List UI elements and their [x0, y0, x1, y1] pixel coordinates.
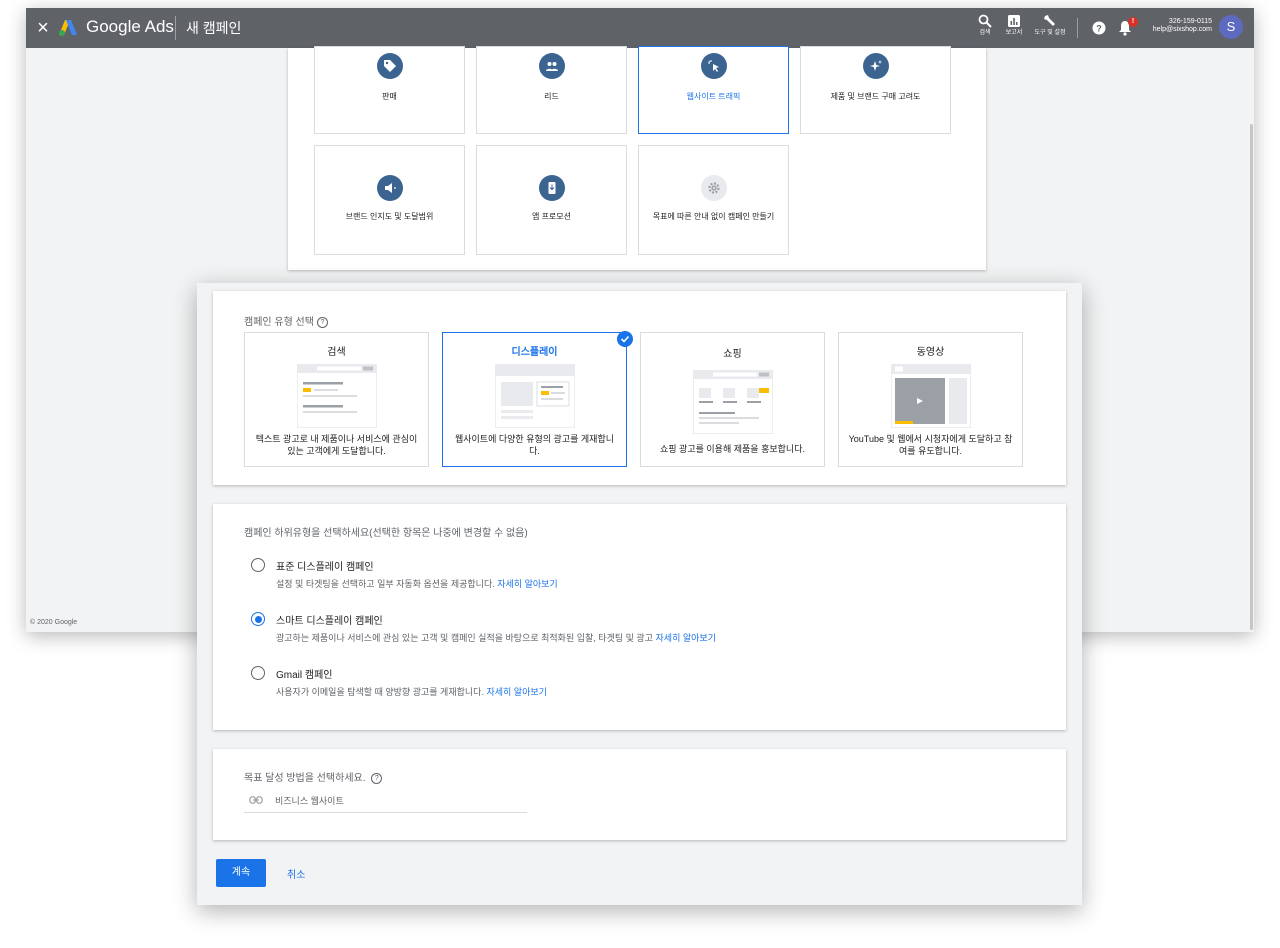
- divider: [175, 16, 176, 40]
- campaign-dialog: 캠페인 유형 선택? 검색 텍스트 광고로 내 제품이나 서비스에 관심이 있는…: [197, 283, 1082, 905]
- tool-label: 보고서: [1005, 30, 1023, 36]
- goal-label: 목표에 따른 안내 없이 캠페인 만들기: [652, 212, 775, 221]
- close-icon[interactable]: ×: [35, 17, 51, 39]
- avatar[interactable]: S: [1219, 15, 1243, 39]
- campaign-type-desc: YouTube 및 웹에서 시청자에게 도달하고 참여를 유도합니다.: [848, 434, 1013, 456]
- google-ads-logo: [59, 20, 77, 36]
- wrench-icon: [1044, 15, 1055, 26]
- tag-icon: [377, 53, 403, 79]
- brand-name: Google Ads: [86, 17, 174, 36]
- campaign-type-card-shopping[interactable]: 쇼핑 쇼핑 광고를 이용해 제품을 홍보합니다.: [640, 332, 825, 467]
- goal-label: 앱 프로모션: [531, 212, 572, 221]
- display-ad-illustration: [495, 364, 575, 428]
- campaign-type-card-display[interactable]: 디스플레이 웹사이트에 다양한 유형의 광고를 게재합니다.: [442, 332, 627, 467]
- reports-tool-button[interactable]: 보고서: [998, 14, 1030, 37]
- learn-more-link[interactable]: 자세히 알아보기: [497, 579, 557, 589]
- option-title: 표준 디스플레이 캠페인: [276, 562, 374, 573]
- campaign-type-title-text: 캠페인 유형 선택: [244, 317, 314, 328]
- option-desc: 사용자가 이메일을 탐색할 때 양방향 광고를 게재합니다. 자세히 알아보기: [276, 685, 547, 698]
- learn-more-link[interactable]: 자세히 알아보기: [656, 633, 716, 643]
- campaign-subtype-panel: 캠페인 하위유형을 선택하세요(선택한 항목은 나중에 변경할 수 없음) 표준…: [213, 504, 1066, 730]
- goal-label: 제품 및 브랜드 구매 고려도: [830, 92, 921, 101]
- help-icon[interactable]: ?: [316, 317, 328, 328]
- goal-method-panel: 목표 달성 방법을 선택하세요. ? 비즈니스 웹사이트: [213, 749, 1066, 840]
- svg-text:?: ?: [1096, 24, 1102, 34]
- goal-card-consideration[interactable]: 제품 및 브랜드 구매 고려도: [800, 46, 951, 134]
- account-info[interactable]: 326-159-0115 help@sixshop.com: [1136, 18, 1212, 34]
- goal-card-sales[interactable]: 판매: [314, 46, 465, 134]
- radio-button-selected[interactable]: [251, 612, 265, 626]
- option-title: 스마트 디스플레이 캠페인: [276, 616, 383, 627]
- campaign-type-name: 검색: [327, 347, 346, 358]
- goal-card-website-traffic[interactable]: 웹사이트 트래픽: [638, 46, 789, 134]
- goal-label: 리드: [544, 92, 559, 101]
- divider: [1077, 18, 1078, 38]
- search-ad-illustration: [297, 364, 377, 428]
- campaign-type-title: 캠페인 유형 선택?: [244, 313, 328, 328]
- help-icon[interactable]: ?: [371, 773, 383, 784]
- search-tool-button[interactable]: 검색: [969, 14, 1001, 37]
- goal-label: 웹사이트 트래픽: [686, 92, 741, 101]
- top-bar: × Google Ads 새 캠페인 검색 보고서 도구 및 설정 ? ! 32…: [26, 8, 1254, 48]
- option-desc: 광고하는 제품이나 서비스에 관심 있는 고객 및 캠페인 실적을 바탕으로 최…: [276, 631, 716, 644]
- cancel-button[interactable]: 취소: [287, 866, 305, 881]
- tools-settings-button[interactable]: 도구 및 설정: [1034, 14, 1066, 37]
- selected-check-icon: [617, 331, 633, 347]
- gear-icon: [701, 175, 727, 201]
- radio-button[interactable]: [251, 666, 265, 680]
- campaign-type-name: 동영상: [916, 347, 945, 358]
- learn-more-link[interactable]: 자세히 알아보기: [486, 687, 546, 697]
- goal-panel: 판매 리드 웹사이트 트래픽 제품 및 브랜드 구매 고려도 브랜드 인지도 및…: [288, 46, 986, 270]
- tool-label: 도구 및 설정: [1034, 30, 1066, 36]
- scrollbar[interactable]: [1250, 124, 1253, 630]
- goal-card-leads[interactable]: 리드: [476, 46, 627, 134]
- search-icon: [978, 14, 992, 28]
- option-title: Gmail 캠페인: [276, 670, 333, 681]
- goal-card-no-guidance[interactable]: 목표에 따른 안내 없이 캠페인 만들기: [638, 145, 789, 255]
- option-desc-text: 광고하는 제품이나 서비스에 관심 있는 고객 및 캠페인 실적을 바탕으로 최…: [276, 633, 653, 643]
- goal-method-title-text: 목표 달성 방법을 선택하세요.: [244, 773, 366, 784]
- goal-card-app-promotion[interactable]: 앱 프로모션: [476, 145, 627, 255]
- campaign-type-desc: 텍스트 광고로 내 제품이나 서비스에 관심이 있는 고객에게 도달합니다.: [255, 434, 418, 456]
- goal-label: 브랜드 인지도 및 도달범위: [345, 212, 434, 221]
- sparkle-icon: [863, 53, 889, 79]
- continue-button[interactable]: 계속: [216, 859, 266, 887]
- page-title: 새 캠페인: [186, 20, 242, 36]
- goal-method-title: 목표 달성 방법을 선택하세요. ?: [244, 769, 383, 784]
- campaign-type-name: 쇼핑: [723, 349, 742, 360]
- subtype-title: 캠페인 하위유형을 선택하세요(선택한 항목은 나중에 변경할 수 없음): [244, 528, 528, 539]
- tool-label: 검색: [979, 30, 991, 36]
- option-desc: 설정 및 타겟팅을 선택하고 일부 자동화 옵션을 제공합니다. 자세히 알아보…: [276, 577, 558, 590]
- people-icon: [539, 53, 565, 79]
- business-website-field[interactable]: 비즈니스 웹사이트: [275, 794, 344, 807]
- copyright: © 2020 Google: [30, 619, 78, 626]
- option-desc-text: 설정 및 타겟팅을 선택하고 일부 자동화 옵션을 제공합니다.: [276, 579, 495, 589]
- campaign-type-desc: 웹사이트에 다양한 유형의 광고를 게재합니다.: [454, 434, 615, 456]
- video-ad-illustration: [891, 364, 971, 428]
- campaign-type-desc: 쇼핑 광고를 이용해 제품을 홍보합니다.: [660, 444, 805, 454]
- link-icon: [249, 796, 263, 804]
- account-id: 326-159-0115: [1168, 18, 1212, 25]
- shopping-ad-illustration: [693, 370, 773, 434]
- campaign-type-card-search[interactable]: 검색 텍스트 광고로 내 제품이나 서비스에 관심이 있는 고객에게 도달합니다…: [244, 332, 429, 467]
- campaign-type-name: 디스플레이: [511, 347, 558, 358]
- goal-card-brand-awareness[interactable]: 브랜드 인지도 및 도달범위: [314, 145, 465, 255]
- cursor-click-icon: [701, 53, 727, 79]
- campaign-type-card-video[interactable]: 동영상 YouTube 및 웹에서 시청자에게 도달하고 참여를 유도합니다.: [838, 332, 1023, 467]
- account-email: help@sixshop.com: [1152, 26, 1212, 33]
- reports-icon: [1008, 15, 1020, 27]
- campaign-type-panel: 캠페인 유형 선택? 검색 텍스트 광고로 내 제품이나 서비스에 관심이 있는…: [213, 291, 1066, 485]
- field-underline: [244, 812, 527, 813]
- option-desc-text: 사용자가 이메일을 탐색할 때 양방향 광고를 게재합니다.: [276, 687, 484, 697]
- radio-button[interactable]: [251, 558, 265, 572]
- goal-label: 판매: [382, 92, 397, 101]
- phone-download-icon: [539, 175, 565, 201]
- speaker-icon: [377, 175, 403, 201]
- help-icon[interactable]: ?: [1092, 21, 1106, 35]
